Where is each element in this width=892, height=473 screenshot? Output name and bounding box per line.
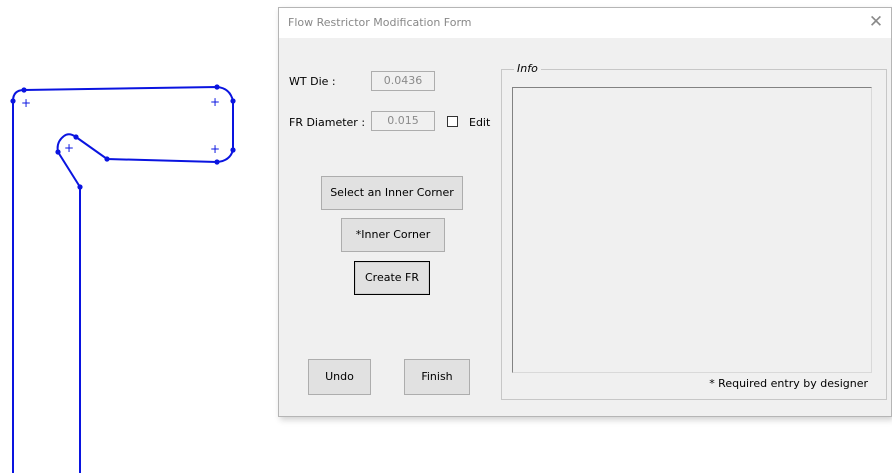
profile-outline: [12, 85, 234, 473]
arc-center-marker: +: [64, 141, 74, 155]
vertex-point: [230, 147, 236, 153]
vertex-point: [10, 98, 16, 104]
vertex-point: [73, 134, 79, 140]
arc-center-markers: + + + +: [21, 95, 220, 156]
info-frame-caption: Info: [514, 62, 541, 75]
cad-drawing-canvas[interactable]: + + + +: [0, 0, 280, 473]
fr-diameter-field[interactable]: 0.015: [371, 111, 435, 131]
wt-die-field[interactable]: 0.0436: [371, 71, 435, 91]
title-bar[interactable]: Flow Restrictor Modification Form ✕: [279, 8, 891, 38]
info-frame: Info * Required entry by designer: [501, 62, 887, 400]
arc-center-marker: +: [210, 95, 220, 109]
required-entry-note: * Required entry by designer: [709, 377, 868, 390]
finish-button[interactable]: Finish: [404, 359, 470, 395]
close-icon[interactable]: ✕: [861, 8, 891, 38]
inner-corner-button[interactable]: *Inner Corner: [341, 218, 445, 252]
flow-restrictor-dialog: Flow Restrictor Modification Form ✕ WT D…: [278, 7, 892, 417]
edit-checkbox[interactable]: [447, 116, 458, 127]
vertex-point: [77, 184, 83, 190]
undo-button[interactable]: Undo: [308, 359, 371, 395]
vertex-point: [230, 98, 236, 104]
vertex-points: [10, 84, 236, 190]
edit-checkbox-label: Edit: [469, 116, 491, 129]
vertex-point: [104, 156, 110, 162]
create-fr-button[interactable]: Create FR: [354, 261, 430, 295]
wt-die-label: WT Die :: [289, 75, 336, 88]
vertex-point: [21, 87, 27, 93]
fr-diameter-label: FR Diameter :: [289, 116, 366, 129]
arc-center-marker: +: [210, 142, 220, 156]
vertex-point: [214, 84, 220, 90]
vertex-point: [55, 149, 61, 155]
arc-center-marker: +: [21, 96, 31, 110]
select-inner-corner-button[interactable]: Select an Inner Corner: [321, 176, 463, 210]
info-text-area[interactable]: [512, 87, 872, 373]
vertex-point: [214, 159, 220, 165]
dialog-title: Flow Restrictor Modification Form: [288, 16, 472, 29]
